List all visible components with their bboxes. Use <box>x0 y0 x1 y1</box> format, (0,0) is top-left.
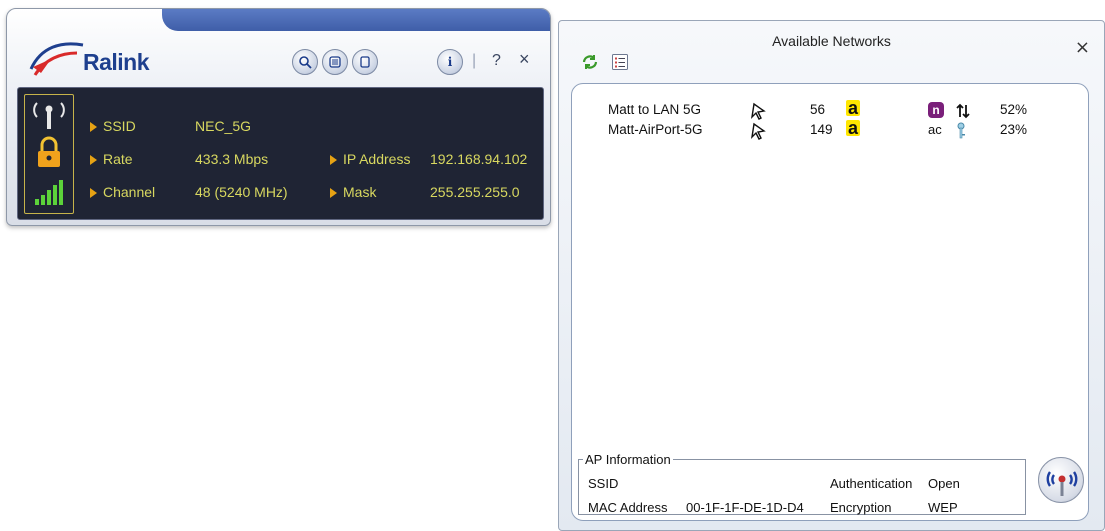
mask-label: Mask <box>343 184 377 200</box>
lock-icon <box>38 136 60 167</box>
wireless-n-badge: n <box>928 102 944 118</box>
bullet-icon <box>330 188 337 198</box>
brand-name: Ralink <box>83 49 150 75</box>
window-title: Available Networks <box>772 33 891 49</box>
key-icon <box>954 122 968 143</box>
mask-value: 255.255.255.0 <box>430 184 520 200</box>
signal-strength: 52% <box>1000 102 1028 117</box>
list-details-icon <box>612 54 628 70</box>
refresh-icon <box>582 55 598 69</box>
ssid-value: NEC_5G <box>195 118 252 134</box>
status-icon-column <box>24 94 74 214</box>
about-button[interactable]: i <box>437 49 463 75</box>
network-ssid: Matt to LAN 5G <box>608 102 702 117</box>
search-icon <box>299 56 312 69</box>
network-channel: 56 <box>810 102 826 117</box>
antenna-icon <box>33 102 65 129</box>
refresh-button[interactable] <box>579 53 601 75</box>
authentication-label: Authentication <box>830 476 913 491</box>
signal-strength: 23% <box>1000 122 1028 137</box>
mask-row: Mask <box>330 184 376 200</box>
bullet-icon <box>90 122 97 132</box>
network-ssid: Matt-AirPort-5G <box>608 122 703 137</box>
details-button[interactable] <box>609 53 631 75</box>
ip-label: IP Address <box>343 151 411 167</box>
rate-value: 433.3 Mbps <box>195 151 269 167</box>
antenna-icon <box>1046 471 1078 496</box>
status-panel: SSID NEC_5G Rate 433.3 Mbps IP Address 1… <box>17 87 544 220</box>
ralink-window: Ralink i | ? × SSID NEC_5G Rate 433.3 Mb… <box>6 8 551 226</box>
ssid-label: SSID <box>103 118 136 134</box>
mac-address-label: MAC Address <box>588 500 668 515</box>
rate-label: Rate <box>103 151 133 167</box>
rate-row: Rate <box>90 151 133 167</box>
document-icon <box>360 56 370 68</box>
mac-address-value: 00-1F-1F-DE-1D-D4 <box>686 500 804 515</box>
ip-row: IP Address <box>330 151 410 167</box>
network-list: Matt to LAN 5G 56 a n 52% Matt-AirPort-5… <box>571 83 1089 521</box>
ip-value: 192.168.94.102 <box>430 151 528 167</box>
list-item[interactable]: Matt-AirPort-5G 149 a ac 23% <box>572 118 1088 143</box>
band-a-badge: a <box>846 98 861 118</box>
ap-information-legend: AP Information <box>585 452 671 467</box>
profile-button[interactable] <box>352 49 378 75</box>
bullet-icon <box>330 155 337 165</box>
band-a-badge: a <box>846 118 861 138</box>
wireless-ac-badge: ac <box>928 122 942 137</box>
help-button[interactable]: ? <box>492 52 501 70</box>
available-networks-window: Available Networks × Matt to LAN 5G 56 a… <box>558 20 1105 531</box>
ralink-swoosh-icon <box>29 42 84 76</box>
list-icon <box>329 56 341 68</box>
info-icon: i <box>447 55 453 69</box>
title-band <box>162 9 550 31</box>
list-button[interactable] <box>322 49 348 75</box>
status-icons <box>33 102 65 205</box>
ralink-logo: Ralink <box>27 39 177 79</box>
search-button[interactable] <box>292 49 318 75</box>
encryption-value: WEP <box>928 500 958 515</box>
ssid-row: SSID <box>90 118 136 134</box>
signal-bars-icon <box>35 180 63 205</box>
close-button[interactable]: × <box>1075 37 1090 58</box>
ap-ssid-label: SSID <box>588 476 619 491</box>
close-button[interactable]: × <box>519 49 530 70</box>
channel-label: Channel <box>103 184 156 200</box>
authentication-value: Open <box>928 476 960 491</box>
link-arrows-icon <box>954 102 972 123</box>
bullet-icon <box>90 155 97 165</box>
network-channel: 149 <box>810 122 833 137</box>
connect-button[interactable] <box>1038 457 1084 503</box>
list-item[interactable]: Matt to LAN 5G 56 a n 52% <box>572 98 1088 123</box>
bullet-icon <box>90 188 97 198</box>
infrastructure-icon <box>750 122 768 143</box>
encryption-label: Encryption <box>830 500 892 515</box>
channel-row: Channel <box>90 184 155 200</box>
toolbar-separator: | <box>472 52 477 69</box>
channel-value: 48 (5240 MHz) <box>195 184 288 200</box>
infrastructure-icon <box>750 102 768 123</box>
